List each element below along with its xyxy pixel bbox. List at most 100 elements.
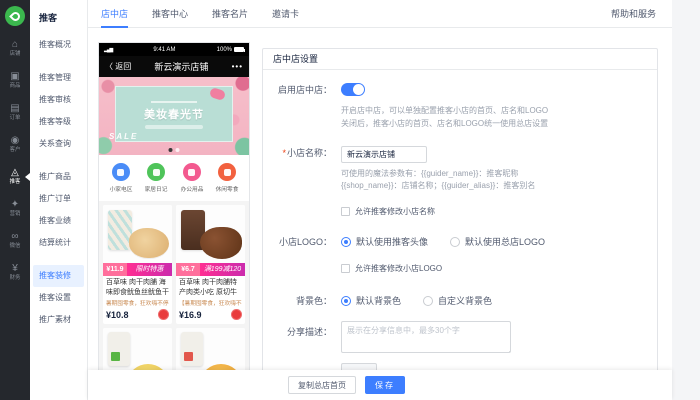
product-subtitle: 暑期囤零食，狂欢嗨不停… (103, 297, 169, 307)
bg-color-label: 背景色： (263, 294, 341, 308)
copy-homepage-button[interactable]: 复制总店首页 (288, 376, 356, 394)
quicknav-item-appliance[interactable]: 小家电区 (109, 163, 133, 193)
back-button[interactable]: 〈 返回 (105, 61, 131, 72)
clipped-button[interactable] (341, 363, 377, 370)
product-image (103, 328, 172, 370)
radio-selected-icon (341, 237, 351, 247)
radio-label: 默认使用推客头像 (356, 235, 428, 248)
orders-icon: ▤ (10, 104, 19, 114)
submenu-item-level[interactable]: 推客等级 (30, 111, 87, 133)
sidebar-item-label: 营销 (10, 210, 21, 217)
sidebar-item-orders[interactable]: ▤ 订单 (0, 98, 30, 128)
product-price: ¥10.8 (106, 310, 129, 320)
app-logo[interactable] (5, 6, 25, 26)
sidebar-item-marketing[interactable]: ✦ 营销 (0, 194, 30, 224)
promo-banner[interactable]: 美妆春光节 SALE (99, 77, 249, 155)
product-grid: ¥11.9 限时特惠 百草味 肉干肉脯 海味即食鱿鱼丝鱿鱼干休… 暑期囤零食，狂… (99, 201, 249, 370)
radio-icon (423, 296, 433, 306)
shop-icon: ⌂ (12, 40, 18, 50)
tuike-icon: ◬ (11, 168, 19, 178)
bg-option-custom[interactable]: 自定义背景色 (423, 294, 492, 307)
banner-deco (151, 101, 197, 103)
ribbon-promo: 满199减120 (200, 263, 245, 276)
phone-statusbar: ▂▄▆ 9:41 AM 100% (99, 43, 249, 56)
sidebar-item-label: 推客 (10, 178, 21, 185)
product-card[interactable]: ¥6.7 满199减120 百草味 肉干肉脯特产肉类小吃 原切牛肉干牛… 【暑期… (176, 205, 245, 324)
product-price: ¥16.9 (179, 310, 202, 320)
logo-icon (9, 10, 22, 23)
enable-label: 启用店中店： (263, 83, 341, 97)
carousel-dots[interactable] (169, 148, 180, 152)
link-icon: ∞ (11, 232, 18, 242)
save-button[interactable]: 保存 (365, 376, 405, 394)
product-card[interactable]: ¥11.9 限时特惠 百草味 肉干肉脯 海味即食鱿鱼丝鱿鱼干休… 暑期囤零食，狂… (103, 205, 172, 324)
quicknav-label: 办公用品 (180, 184, 203, 193)
product-card[interactable] (103, 328, 172, 370)
tab-tuike-center[interactable]: 推客中心 (152, 0, 188, 28)
quicknav-item-office[interactable]: 办公用品 (180, 163, 204, 193)
submenu-item-promo-goods[interactable]: 推广商品 (30, 166, 87, 188)
sidebar-item-goods[interactable]: ▣ 商品 (0, 66, 30, 96)
sidebar-item-label: 订单 (10, 114, 21, 121)
tab-tuike-card[interactable]: 推客名片 (212, 0, 248, 28)
product-image (103, 205, 172, 263)
shop-title: 新云演示店铺 (131, 60, 231, 73)
submenu-item-settlement[interactable]: 结算统计 (30, 232, 87, 254)
name-label: 小店名称： (287, 148, 332, 158)
enable-help-1: 开启店中店，可以单独配置推客小店的首页、店名和LOGO (341, 105, 657, 118)
radio-label: 默认使用总店LOGO (465, 235, 545, 248)
sidebar-item-wechat[interactable]: ∞ 微信 (0, 226, 30, 256)
snacks-icon (218, 163, 236, 181)
logo-option-avatar[interactable]: 默认使用推客头像 (341, 235, 428, 248)
name-help-1: 可使用的魔法参数有：{{guider_name}}：推客昵称 (341, 168, 657, 181)
allow-edit-name-checkbox[interactable]: 允许推客修改小店名称 (341, 206, 657, 217)
shop-name-input[interactable] (341, 146, 427, 163)
enable-toggle[interactable] (341, 83, 365, 96)
submenu-item-settings[interactable]: 推客设置 (30, 287, 87, 309)
promo-ribbon: ¥6.7 满199减120 (176, 263, 245, 276)
ribbon-price: ¥11.9 (103, 263, 127, 276)
bg-option-default[interactable]: 默认背景色 (341, 294, 401, 307)
required-mark: * (282, 148, 286, 158)
tab-shop-in-shop[interactable]: 店中店 (101, 0, 128, 28)
quicknav-label: 小家电区 (109, 184, 132, 193)
submenu-item-decorate[interactable]: 推客装修 (33, 265, 84, 287)
footer-actions: 复制总店首页 保存 (88, 370, 672, 400)
more-icon[interactable]: ••• (232, 62, 243, 71)
sidebar-item-label: 微信 (10, 242, 21, 249)
sidebar-item-shop[interactable]: ⌂ 店铺 (0, 34, 30, 64)
quicknav-item-snacks[interactable]: 休闲零食 (215, 163, 239, 193)
buy-button[interactable] (158, 309, 169, 320)
submenu-item-performance[interactable]: 推客业绩 (30, 210, 87, 232)
office-icon (183, 163, 201, 181)
product-card[interactable] (176, 328, 245, 370)
allow-edit-logo-checkbox[interactable]: 允许推客修改小店LOGO (341, 263, 657, 274)
help-and-service-link[interactable]: 帮助和服务 (611, 7, 656, 20)
submenu-item-promo-orders[interactable]: 推广订单 (30, 188, 87, 210)
submenu-item-manage[interactable]: 推客管理 (30, 67, 87, 89)
tab-invite-card[interactable]: 邀请卡 (272, 0, 299, 28)
radio-label: 默认背景色 (356, 294, 401, 307)
buy-button[interactable] (231, 309, 242, 320)
signal-icon: ▂▄▆ (104, 47, 112, 53)
marketing-icon: ✦ (11, 200, 19, 210)
submenu-item-relation[interactable]: 关系查询 (30, 133, 87, 155)
share-desc-textarea[interactable] (341, 321, 511, 353)
submenu-item-overview[interactable]: 推客概况 (30, 34, 87, 56)
submenu-item-review[interactable]: 推客审核 (30, 89, 87, 111)
finance-icon: ¥ (12, 264, 18, 274)
sidebar-item-customers[interactable]: ◉ 客户 (0, 130, 30, 160)
product-title: 百草味 肉干肉脯特产肉类小吃 原切牛肉干牛… (176, 276, 245, 297)
appliance-icon (112, 163, 130, 181)
logo-option-main-logo[interactable]: 默认使用总店LOGO (450, 235, 545, 248)
checkbox-label: 允许推客修改小店LOGO (355, 263, 442, 274)
sidebar-item-finance[interactable]: ¥ 财务 (0, 258, 30, 288)
sidebar-item-tuike[interactable]: ◬ 推客 (0, 162, 30, 192)
primary-sidebar: ⌂ 店铺 ▣ 商品 ▤ 订单 ◉ 客户 ◬ 推客 ✦ 营销 ∞ 微信 ¥ (0, 0, 30, 400)
sidebar-item-label: 商品 (10, 82, 21, 89)
promo-ribbon: ¥11.9 限时特惠 (103, 263, 172, 276)
radio-selected-icon (341, 296, 351, 306)
dot (176, 148, 180, 152)
submenu-item-materials[interactable]: 推广素材 (30, 309, 87, 331)
quicknav-item-home[interactable]: 家居日记 (144, 163, 168, 193)
